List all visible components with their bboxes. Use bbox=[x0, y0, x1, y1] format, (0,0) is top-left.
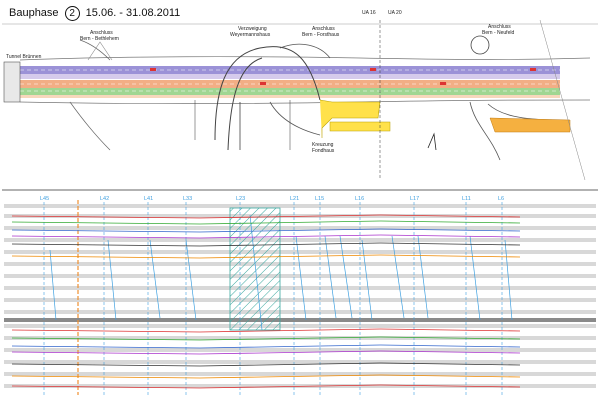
section-label: L16 bbox=[355, 196, 364, 202]
road-edge-lower bbox=[19, 99, 591, 104]
lane-marker bbox=[370, 68, 376, 71]
label-verzweigung-name: Weyermannshaus bbox=[230, 32, 271, 38]
grid-row bbox=[4, 286, 596, 290]
ramp-forsthaus bbox=[279, 43, 331, 59]
grid-row bbox=[4, 348, 596, 352]
grid-row bbox=[4, 310, 596, 314]
label-anschluss-neufeld-name: Bern - Neufeld bbox=[482, 30, 514, 36]
plan-station-lines bbox=[194, 20, 381, 180]
grid-row bbox=[4, 372, 596, 376]
lane-band-peach bbox=[20, 95, 560, 98]
grid-row bbox=[4, 250, 596, 254]
grid-row bbox=[4, 238, 596, 242]
north-arrow-icon bbox=[427, 132, 437, 151]
plan-drawing: Tunnel Brünnen Anschluss Bern - Bethlehe… bbox=[2, 10, 598, 395]
ramp-bethlehem bbox=[69, 101, 111, 151]
lane-marker bbox=[530, 68, 536, 71]
label-ua20: UA 20 bbox=[388, 10, 402, 16]
label-anschluss-forsthaus-name: Bern - Forsthaus bbox=[302, 32, 340, 38]
diagonal-trace bbox=[49, 249, 57, 321]
section-label: L21 bbox=[290, 196, 299, 202]
section-label: L33 bbox=[183, 196, 192, 202]
label-tunnel: Tunnel Brünnen bbox=[6, 54, 42, 60]
ramp-forsthaus bbox=[269, 101, 321, 136]
schedule-grid bbox=[4, 200, 596, 395]
lane-marker bbox=[440, 82, 446, 85]
grid-row bbox=[4, 226, 596, 230]
tunnel-portal bbox=[3, 61, 21, 103]
label-kreuzung-name: Fondhaus bbox=[312, 148, 335, 154]
grid-row-dark bbox=[4, 318, 596, 322]
lane-band-lilac bbox=[20, 74, 560, 79]
section-label: L6 bbox=[498, 196, 504, 202]
temporary-road-label-box bbox=[329, 121, 391, 132]
grid-row bbox=[4, 204, 596, 208]
grid-row bbox=[4, 360, 596, 364]
section-labels: L45 L42 L41 L33 L23 L21 L15 L16 L17 L11 … bbox=[40, 196, 504, 202]
construction-phase-plan: Bauphase 2 15.06. - 31.08.2011 Tunnel Br… bbox=[0, 0, 600, 403]
lane-marker bbox=[150, 68, 156, 71]
section-label: L45 bbox=[40, 196, 49, 202]
ramp-neufeld bbox=[487, 103, 561, 121]
section-label: L11 bbox=[462, 196, 471, 202]
temporary-road-yellow bbox=[319, 99, 381, 138]
section-label: L17 bbox=[410, 196, 419, 202]
label-anschluss-bethlehem-name: Bern - Bethlehem bbox=[80, 36, 119, 42]
section-label: L15 bbox=[315, 196, 324, 202]
hatched-work-zone bbox=[229, 207, 281, 331]
section-label: L23 bbox=[236, 196, 245, 202]
road-plan bbox=[2, 19, 598, 181]
section-label: L42 bbox=[100, 196, 109, 202]
road-edge-upper bbox=[19, 56, 591, 61]
lane-band-green bbox=[20, 88, 560, 95]
section-label: L41 bbox=[144, 196, 153, 202]
temporary-road-orange bbox=[489, 117, 571, 133]
grid-rows bbox=[4, 204, 596, 388]
roundabout-neufeld bbox=[470, 35, 490, 55]
grid-row bbox=[4, 324, 596, 328]
label-ua16: UA 16 bbox=[362, 10, 376, 16]
lane-marker bbox=[260, 82, 266, 85]
grid-row bbox=[4, 298, 596, 302]
grid-row bbox=[4, 274, 596, 278]
horizontal-trace bbox=[11, 344, 521, 349]
